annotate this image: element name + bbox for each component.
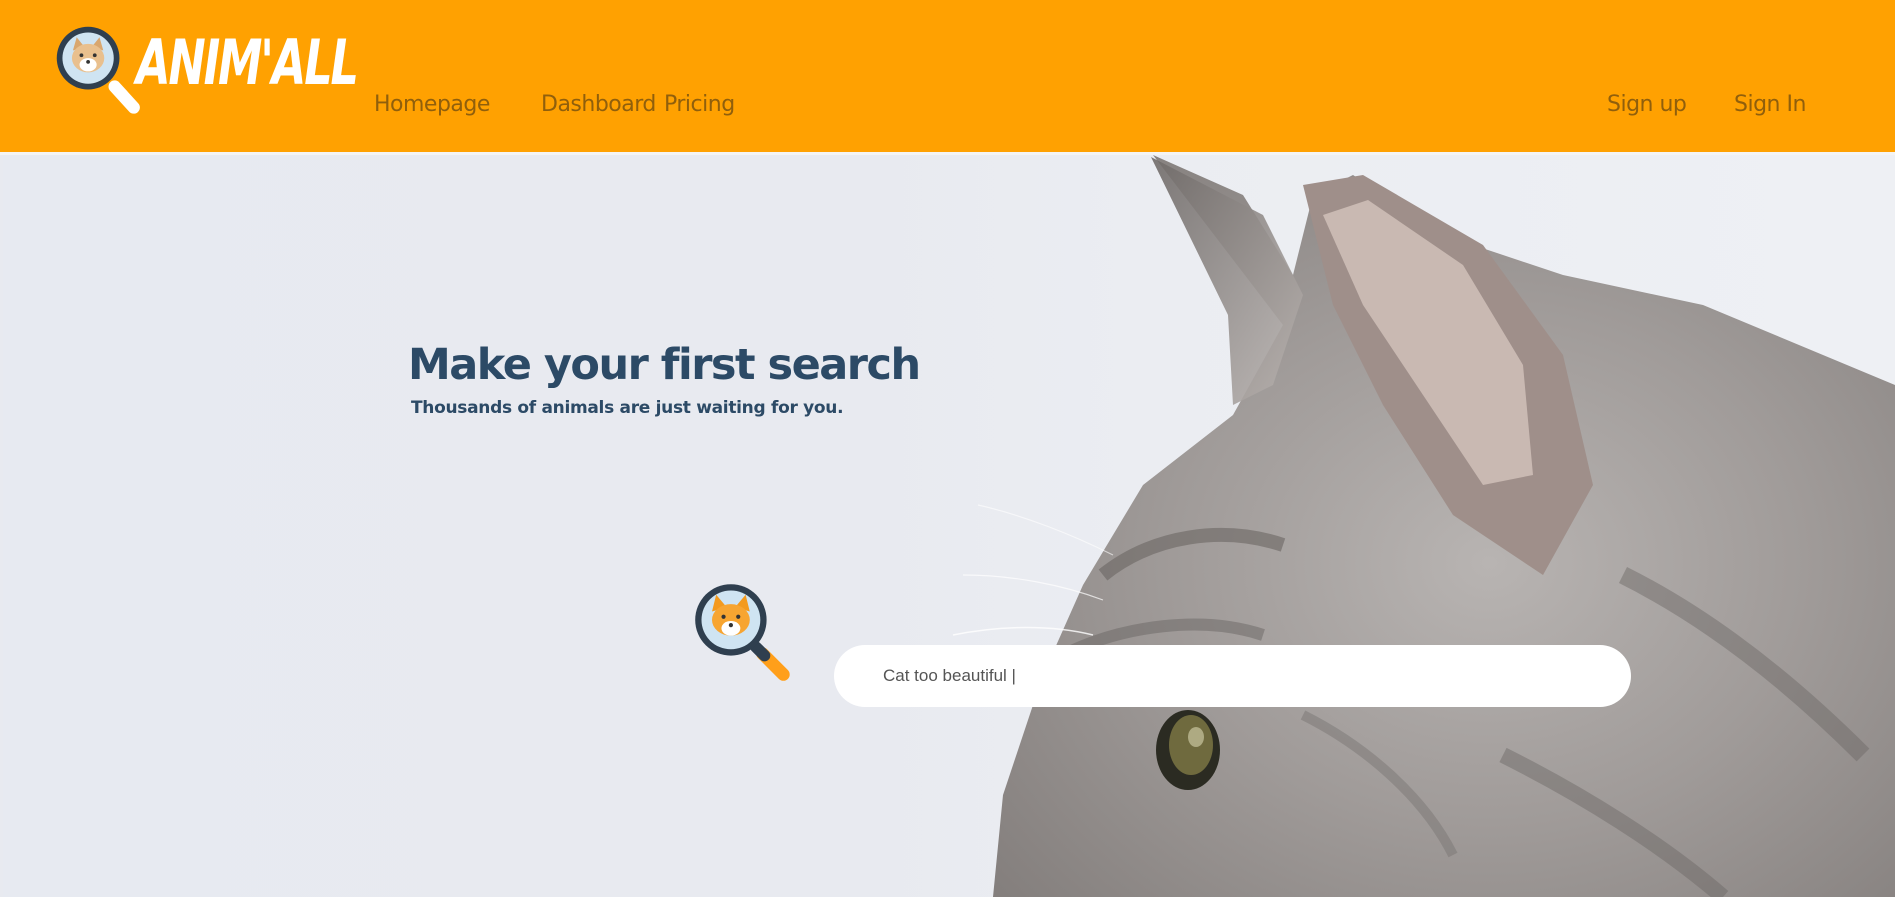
search-input[interactable]: Cat too beautiful |: [834, 645, 1631, 707]
signin-link[interactable]: Sign In: [1734, 92, 1806, 117]
top-header: ANIM'ALL Homepage Dashboard Pricing Sign…: [0, 0, 1895, 155]
cat-background-image: [952, 155, 1895, 897]
nav-pricing[interactable]: Pricing: [664, 92, 735, 117]
signup-link[interactable]: Sign up: [1607, 92, 1687, 117]
nav-homepage[interactable]: Homepage: [374, 92, 490, 117]
hero-title: Make your first search: [408, 340, 921, 390]
hero-section: Make your first search Thousands of anim…: [3, 155, 1895, 897]
hero-subtitle: Thousands of animals are just waiting fo…: [411, 398, 844, 418]
magnifier-corgi-icon[interactable]: [691, 580, 796, 685]
magnifier-dog-icon[interactable]: [52, 22, 147, 117]
search-input-value: Cat too beautiful |: [883, 666, 1016, 685]
brand-logo-text[interactable]: ANIM'ALL: [136, 26, 359, 99]
nav-dashboard[interactable]: Dashboard: [541, 92, 656, 117]
